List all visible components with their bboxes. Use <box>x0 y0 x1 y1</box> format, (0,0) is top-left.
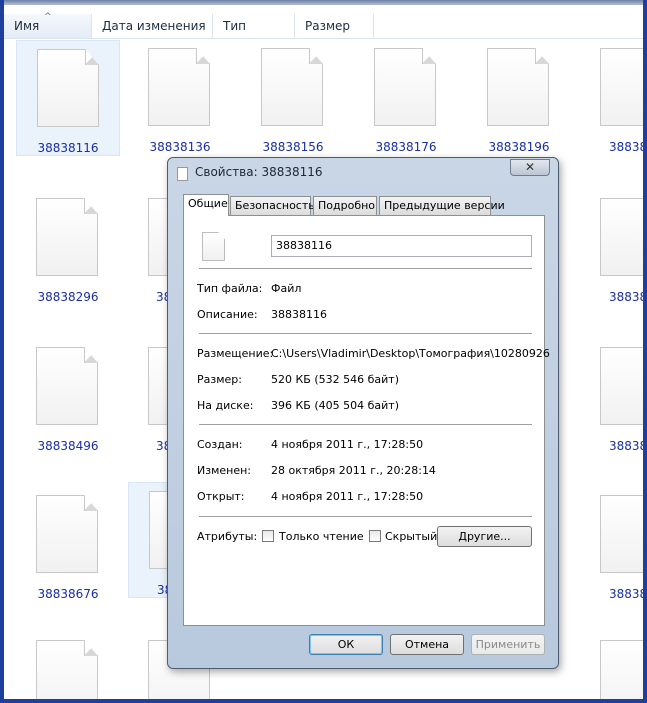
column-header: ^ Имя Дата изменения Тип Размер <box>4 12 643 39</box>
file-item[interactable]: 38838196 <box>467 40 571 156</box>
file-icon <box>600 347 643 425</box>
separator <box>199 268 532 269</box>
column-size[interactable]: Размер <box>295 14 374 38</box>
file-item[interactable]: 38838156 <box>241 40 345 156</box>
ok-button[interactable]: ОК <box>309 634 383 655</box>
tab-security-label: Безопасность <box>235 199 315 212</box>
ok-label: ОК <box>337 638 355 651</box>
tab-previous-versions-label: Предыдущие версии <box>384 199 505 212</box>
file-item[interactable]: 3883871 <box>580 487 643 603</box>
column-date-label: Дата изменения <box>102 19 206 33</box>
tab-details-label: Подробно <box>318 199 376 212</box>
created-value: 4 ноября 2011 г., 17:28:50 <box>271 438 424 451</box>
file-label: 38838156 <box>262 140 324 154</box>
column-size-label: Размер <box>305 19 351 33</box>
column-type[interactable]: Тип <box>213 14 295 38</box>
file-item[interactable]: 38838676 <box>16 487 120 603</box>
window-left-edge <box>0 0 4 703</box>
hidden-checkbox[interactable] <box>369 530 381 542</box>
file-icon <box>600 495 643 573</box>
file-label: 3883821 <box>609 140 643 154</box>
cancel-button[interactable]: Отмена <box>390 634 464 655</box>
tab-previous-versions[interactable]: Предыдущие версии <box>379 196 505 215</box>
file-item[interactable]: 38838296 <box>16 190 120 306</box>
apply-label: Применить <box>475 638 541 651</box>
file-icon <box>600 48 643 126</box>
file-label: 3883871 <box>609 587 643 601</box>
column-date-modified[interactable]: Дата изменения <box>92 14 213 38</box>
description-value: 38838116 <box>271 308 327 321</box>
modified-value: 28 октября 2011 г., 20:28:14 <box>271 464 436 477</box>
file-item[interactable]: 38838496 <box>16 339 120 455</box>
column-type-label: Тип <box>223 19 246 33</box>
file-label: 38838116 <box>37 141 99 155</box>
file-label: 38838296 <box>37 290 99 304</box>
file-label: 38838176 <box>375 140 437 154</box>
separator <box>199 516 532 517</box>
file-label: 38838136 <box>149 140 211 154</box>
file-item[interactable] <box>580 632 643 699</box>
window-top-edge <box>0 0 647 5</box>
file-item[interactable]: 3883831 <box>580 190 643 306</box>
file-icon <box>202 232 225 261</box>
file-icon <box>177 167 188 181</box>
window-bottom-edge <box>0 699 647 703</box>
attributes-label: Атрибуты: <box>197 530 258 543</box>
file-label: 38838196 <box>488 140 550 154</box>
separator <box>199 333 532 334</box>
file-item[interactable]: 38838176 <box>354 40 458 156</box>
separator <box>199 424 532 425</box>
modified-label: Изменен: <box>197 464 252 477</box>
file-name-input[interactable]: 38838116 <box>271 235 532 257</box>
tab-general[interactable]: Общие <box>183 194 229 216</box>
dialog-title: Свойства: 38838116 <box>195 165 323 179</box>
opened-label: Открыт: <box>197 490 245 503</box>
tab-general-label: Общие <box>188 197 228 210</box>
description-label: Описание: <box>197 308 258 321</box>
close-icon: ✕ <box>524 160 536 174</box>
properties-dialog: Свойства: 38838116 ✕ Общие Безопасность … <box>167 157 559 669</box>
sort-up-icon: ^ <box>44 12 52 22</box>
file-item[interactable]: 3883851 <box>580 339 643 455</box>
window-right-edge <box>643 0 647 703</box>
cancel-label: Отмена <box>404 638 450 651</box>
file-label: 38838676 <box>37 587 99 601</box>
general-panel: 38838116 Тип файла: Файл Описание: 38838… <box>183 215 550 626</box>
disk-size-value: 396 КБ (405 504 байт) <box>271 399 399 412</box>
file-item[interactable]: 38838116 <box>16 40 120 156</box>
column-name[interactable]: ^ Имя <box>4 12 92 38</box>
location-label: Размещение: <box>197 347 274 360</box>
file-icon <box>600 640 643 699</box>
file-icon <box>600 198 643 276</box>
readonly-label: Только чтение <box>279 530 364 543</box>
close-button[interactable]: ✕ <box>510 159 550 176</box>
type-value: Файл <box>271 282 302 295</box>
disk-size-label: На диске: <box>197 399 254 412</box>
created-label: Создан: <box>197 438 243 451</box>
hidden-label: Скрытый <box>385 530 438 543</box>
file-item[interactable]: 3883821 <box>580 40 643 156</box>
apply-button[interactable]: Применить <box>471 634 545 655</box>
column-name-label: Имя <box>14 19 40 33</box>
other-attributes-label: Другие... <box>458 530 511 543</box>
file-label: 3883851 <box>609 439 643 453</box>
file-item[interactable] <box>16 632 120 699</box>
file-label: 38838496 <box>37 439 99 453</box>
type-label: Тип файла: <box>197 282 263 295</box>
other-attributes-button[interactable]: Другие... <box>437 526 532 547</box>
tab-details[interactable]: Подробно <box>313 196 377 215</box>
opened-value: 4 ноября 2011 г., 17:28:50 <box>271 490 424 503</box>
location-value: C:\Users\Vladimir\Desktop\Томография\102… <box>271 347 550 360</box>
file-label: 3883831 <box>609 290 643 304</box>
readonly-checkbox[interactable] <box>262 530 274 542</box>
tab-security[interactable]: Безопасность <box>230 196 315 215</box>
size-value: 520 КБ (532 546 байт) <box>271 373 399 386</box>
size-label: Размер: <box>197 373 242 386</box>
file-item[interactable]: 38838136 <box>128 40 232 156</box>
